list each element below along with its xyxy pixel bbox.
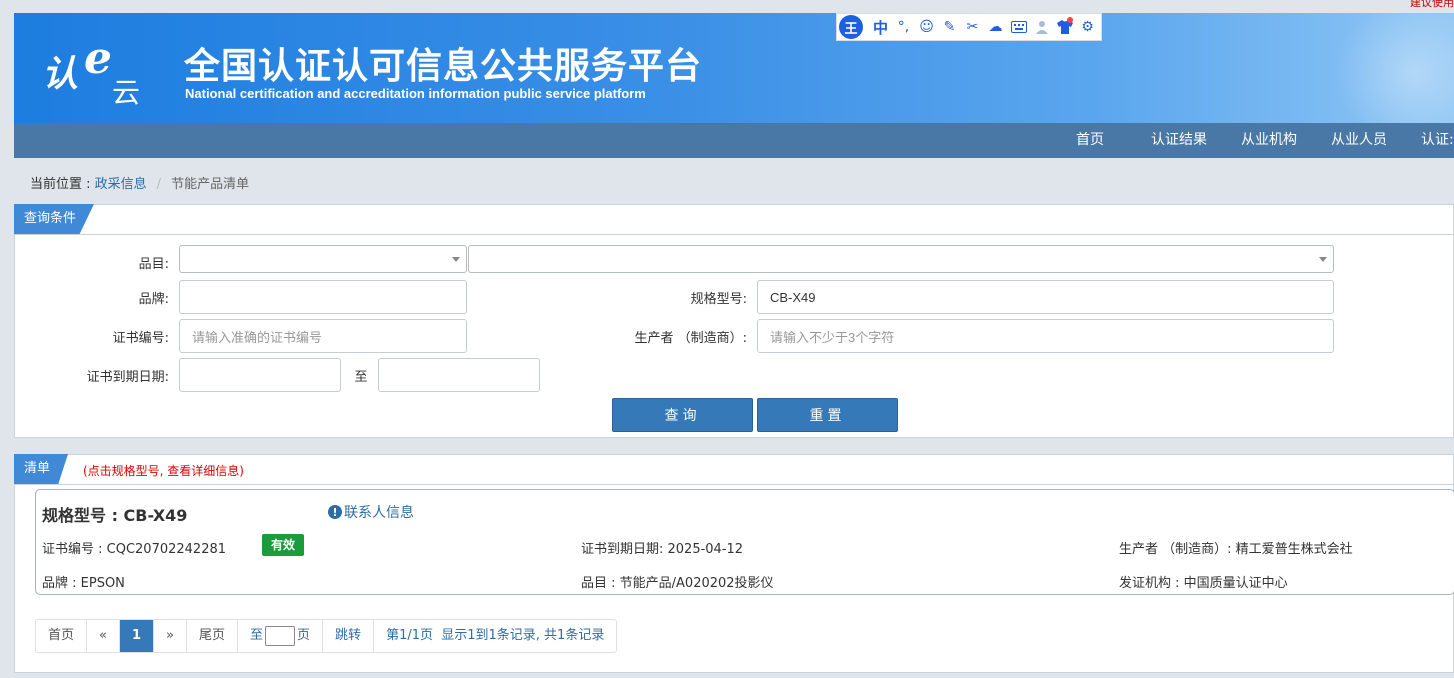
gear-icon[interactable]: ⚙ <box>1076 15 1099 39</box>
breadcrumb: 当前位置 : 政采信息 / 节能产品清单 <box>30 173 249 192</box>
page-prev[interactable]: « <box>87 620 120 652</box>
page-goto: 至 页 <box>238 620 324 652</box>
model-input[interactable]: CB-X49 <box>757 280 1334 314</box>
punctuation-icon[interactable]: °, <box>892 15 915 39</box>
ime-language-toggle[interactable]: 中 <box>869 15 892 39</box>
brand-label: 品牌: <box>138 292 169 307</box>
contact-info-link[interactable]: ! 联系人信息 <box>328 502 414 522</box>
category-select-primary[interactable] <box>179 245 467 273</box>
result-brand: 品牌 : EPSON <box>42 576 125 591</box>
result-model-link[interactable]: 规格型号 : CB-X49 <box>42 502 187 526</box>
date-range-to-label: 至 <box>354 370 368 385</box>
page-current[interactable]: 1 <box>119 620 155 652</box>
query-panel: 查询条件 品目: 品牌: 规格型号: CB-X49 证书编号: 请输入准确的证书… <box>14 204 1454 438</box>
page-last[interactable]: 尾页 <box>187 620 239 652</box>
status-badge: 有效 <box>262 534 305 556</box>
site-logo[interactable]: 认 e 云 <box>42 31 152 111</box>
result-producer: 生产者 （制造商）: 精工爱普生株式会社 <box>1119 542 1353 557</box>
expiry-date-from-input[interactable] <box>179 358 341 392</box>
result-expiry-date: 证书到期日期: 2025-04-12 <box>581 542 744 557</box>
browser-recommendation-note: 建议使用 <box>1410 0 1454 9</box>
expiry-date-to-input[interactable] <box>378 358 540 392</box>
list-panel-header: 清单 (点击规格型号, 查看详细信息) <box>14 454 1453 485</box>
search-button[interactable]: 查询 <box>612 398 753 432</box>
nav-item-cert-more[interactable]: 认证: <box>1421 123 1454 158</box>
list-hint: (点击规格型号, 查看详细信息) <box>83 464 244 478</box>
model-label: 规格型号: <box>690 292 747 307</box>
ime-toolbar: 王 中 °, ☺ ✎ ✂ ☁ ⚙ <box>836 13 1102 41</box>
page-next[interactable]: » <box>154 620 187 652</box>
shirt-icon[interactable] <box>1053 15 1076 39</box>
logo-char-1: 认 <box>42 53 79 95</box>
page-info: 第1/1页 显示1到1条记录, 共1条记录 <box>386 628 605 643</box>
breadcrumb-current: 节能产品清单 <box>171 177 250 192</box>
nav-item-institutions[interactable]: 从业机构 <box>1241 123 1297 158</box>
category-select-secondary[interactable] <box>468 245 1334 273</box>
keyboard-icon[interactable] <box>1007 15 1030 39</box>
nav-item-home[interactable]: 首页 <box>1076 123 1104 158</box>
site-title: 全国认证认可信息公共服务平台 <box>184 46 703 87</box>
emoji-icon[interactable]: ☺ <box>915 15 938 39</box>
header-banner: 认 e 云 全国认证认可信息公共服务平台 National certificat… <box>14 13 1454 123</box>
category-label: 品目: <box>138 257 169 272</box>
page-first[interactable]: 首页 <box>36 620 88 652</box>
breadcrumb-link-procurement[interactable]: 政采信息 <box>95 177 147 192</box>
goto-prefix: 至 <box>250 628 264 643</box>
result-issuer: 发证机构 : 中国质量认证中心 <box>1119 576 1288 591</box>
chevron-down-icon <box>452 257 460 262</box>
breadcrumb-prefix: 当前位置 : <box>30 177 95 192</box>
producer-label: 生产者 （制造商）: <box>634 331 747 346</box>
pen-icon[interactable]: ✎ <box>938 15 961 39</box>
logo-char-3: 云 <box>112 76 141 109</box>
contact-info-label: 联系人信息 <box>344 505 414 521</box>
banner-decoration <box>1334 13 1454 123</box>
ime-logo-icon[interactable]: 王 <box>839 15 863 39</box>
nav-item-cert-results[interactable]: 认证结果 <box>1151 123 1207 158</box>
brand-input[interactable] <box>179 280 467 314</box>
site-subtitle: National certification and accreditation… <box>185 86 646 101</box>
logo-char-2: e <box>84 33 112 84</box>
breadcrumb-separator: / <box>156 177 162 192</box>
query-panel-tab: 查询条件 <box>14 204 95 234</box>
nav-item-practitioners[interactable]: 从业人员 <box>1331 123 1387 158</box>
goto-suffix: 页 <box>297 628 311 643</box>
result-card: 规格型号 : CB-X49 ! 联系人信息 证书编号 : CQC207022422… <box>35 489 1454 595</box>
chevron-down-icon <box>1319 257 1327 262</box>
cloud-icon[interactable]: ☁ <box>984 15 1007 39</box>
scissors-icon[interactable]: ✂ <box>961 15 984 39</box>
cert-number-input[interactable]: 请输入准确的证书编号 <box>179 319 467 353</box>
page-jump-button[interactable]: 跳转 <box>323 620 375 652</box>
producer-input[interactable]: 请输入不少于3个字符 <box>757 319 1334 353</box>
user-icon[interactable] <box>1030 15 1053 39</box>
main-nav: 首页 认证结果 从业机构 从业人员 认证: <box>14 123 1454 158</box>
result-category: 品目 : 节能产品/A020202投影仪 <box>581 576 774 591</box>
info-icon: ! <box>328 505 342 519</box>
reset-button[interactable]: 重置 <box>757 398 898 432</box>
expiry-date-label: 证书到期日期: <box>86 370 169 385</box>
pagination: 首页 « 1 » 尾页 至 页 跳转 第1/1页 显示1到1条记录, 共1条记录 <box>35 619 618 653</box>
result-cert-number: 证书编号 : CQC20702242281 <box>42 542 227 557</box>
query-panel-header: 查询条件 <box>14 204 1453 235</box>
result-list-panel: 清单 (点击规格型号, 查看详细信息) 规格型号 : CB-X49 ! 联系人信息… <box>14 454 1454 673</box>
cert-number-label: 证书编号: <box>112 331 169 346</box>
list-panel-tab: 清单 <box>14 454 69 484</box>
notification-dot <box>1067 17 1073 23</box>
goto-page-input[interactable] <box>265 626 296 646</box>
